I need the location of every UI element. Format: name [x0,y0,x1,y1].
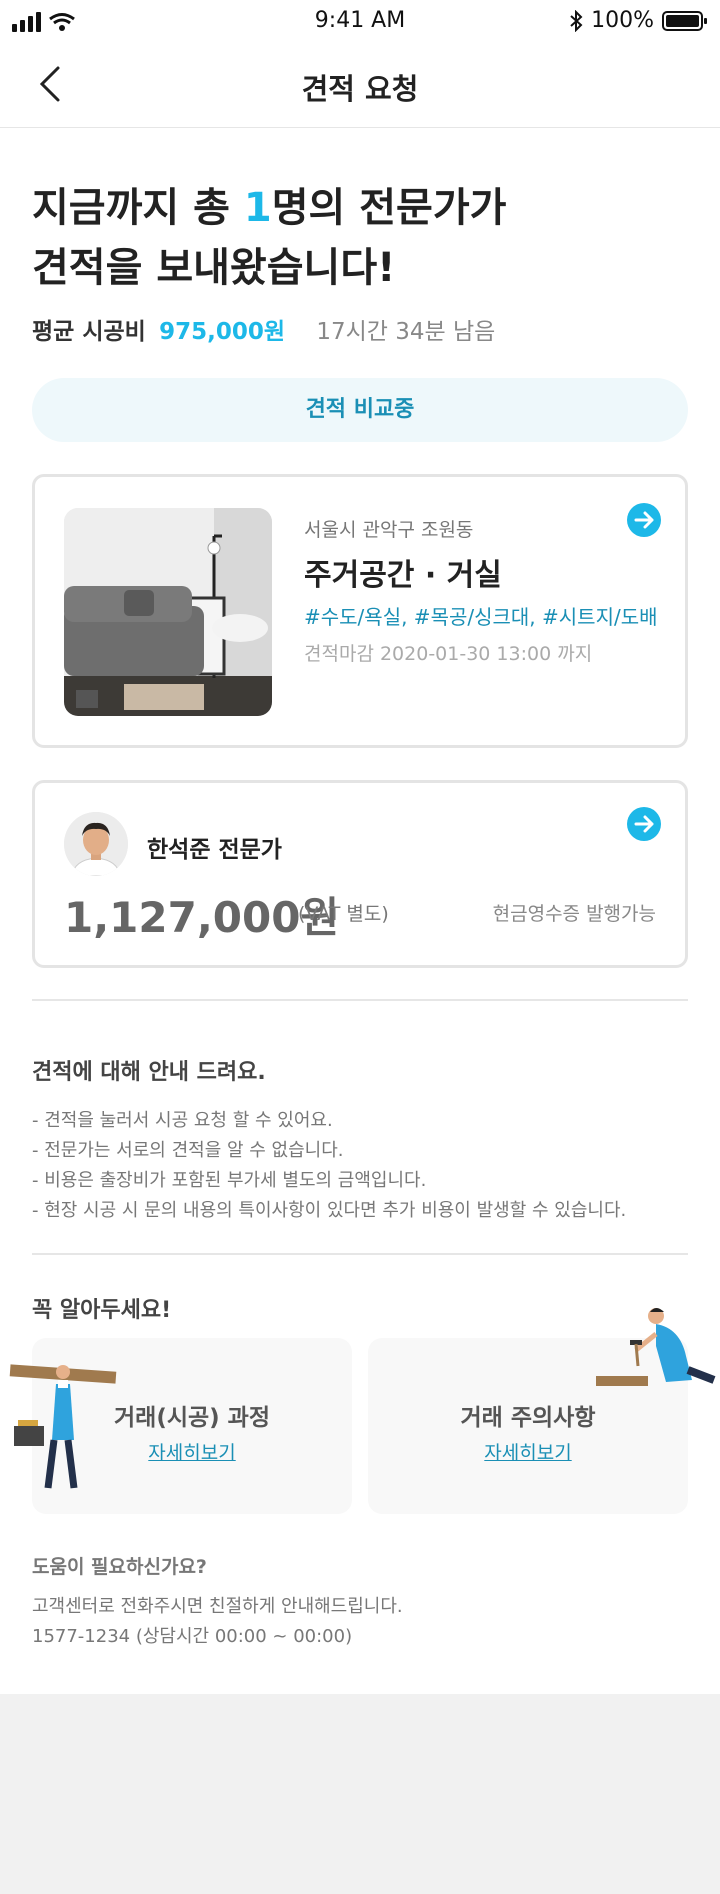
living-room-photo [64,508,272,716]
guide-item: - 견적을 눌러서 시공 요청 할 수 있어요. [32,1110,333,1131]
expert-count: 1 [243,185,272,231]
caution-title: 거래 주의사항 [460,1405,596,1431]
request-deadline: 견적마감 2020-01-30 13:00 까지 [304,643,593,665]
expert-card[interactable]: 한석준 전문가 1,127,000원 (VAT 별도) 현금영수증 발행가능 [32,780,688,968]
request-arrow-button[interactable] [627,503,661,537]
request-space: 주거공간 · 거실 [304,558,502,593]
help-description: 고객센터로 전화주시면 친절하게 안내해드립니다. [32,1596,403,1617]
headline-line2: 견적을 보내왔습니다! [32,245,396,291]
avg-price: 975,000원 [159,319,286,345]
must-know-title: 꼭 알아두세요! [32,1298,172,1323]
worker-hammer-illustration [596,1308,716,1386]
headline-suffix: 명의 전문가가 [271,185,507,231]
status-bar: 9:41 AM 100% [0,0,720,40]
arrow-right-circle-icon [634,815,654,833]
expert-avatar [64,812,128,876]
worker-plank-illustration [9,1364,117,1489]
summary: 평균 시공비 975,000원 17시간 34분 남음 [32,312,495,346]
page-title: 견적 요청 [301,72,419,106]
request-address: 서울시 관악구 조원동 [304,519,474,541]
vat-note: (VAT 별도) [298,903,389,925]
divider [32,999,688,1001]
help-title: 도움이 필요하신가요? [32,1556,207,1578]
nav-bar: 견적 요청 [0,40,720,128]
page: 9:41 AM 100% 견적 요청 지금까지 총 1명의 전문가가 견적을 보… [0,0,720,1694]
expert-arrow-button[interactable] [627,807,661,841]
headline-prefix: 지금까지 총 [32,185,244,231]
caution-detail-link[interactable]: 자세히보기 [368,1438,688,1465]
guide-list: - 견적을 눌러서 시공 요청 할 수 있어요. - 전문가는 서로의 견적을 … [32,1106,626,1226]
guide-item: - 현장 시공 시 문의 내용의 특이사항이 있다면 추가 비용이 발생할 수 … [32,1200,627,1221]
status-right: 100% [569,8,708,33]
battery-icon [662,10,707,31]
battery-percent: 100% [591,8,654,33]
headline: 지금까지 총 1명의 전문가가 견적을 보내왔습니다! [32,178,506,298]
avg-label: 평균 시공비 [32,319,146,345]
request-card[interactable]: 서울시 관악구 조원동 주거공간 · 거실 #수도/욕실, #목공/싱크대, #… [32,474,688,748]
compare-button[interactable]: 견적 비교중 [32,378,688,442]
arrow-right-circle-icon [634,511,654,529]
expert-name: 한석준 전문가 [147,837,282,863]
request-tags: #수도/욕실, #목공/싱크대, #시트지/도배 [304,605,658,629]
bluetooth-icon [570,9,583,32]
divider [32,1253,688,1255]
receipt-note: 현금영수증 발행가능 [492,903,656,925]
guide-item: - 전문가는 서로의 견적을 알 수 없습니다. [32,1140,344,1161]
remaining-time: 17시간 34분 남음 [316,319,496,345]
help-phone[interactable]: 1577-1234 (상담시간 00:00 ~ 00:00) [32,1622,352,1648]
guide-title: 견적에 대해 안내 드려요. [32,1060,266,1085]
guide-item: - 비용은 출장비가 포함된 부가세 별도의 금액입니다. [32,1170,427,1191]
